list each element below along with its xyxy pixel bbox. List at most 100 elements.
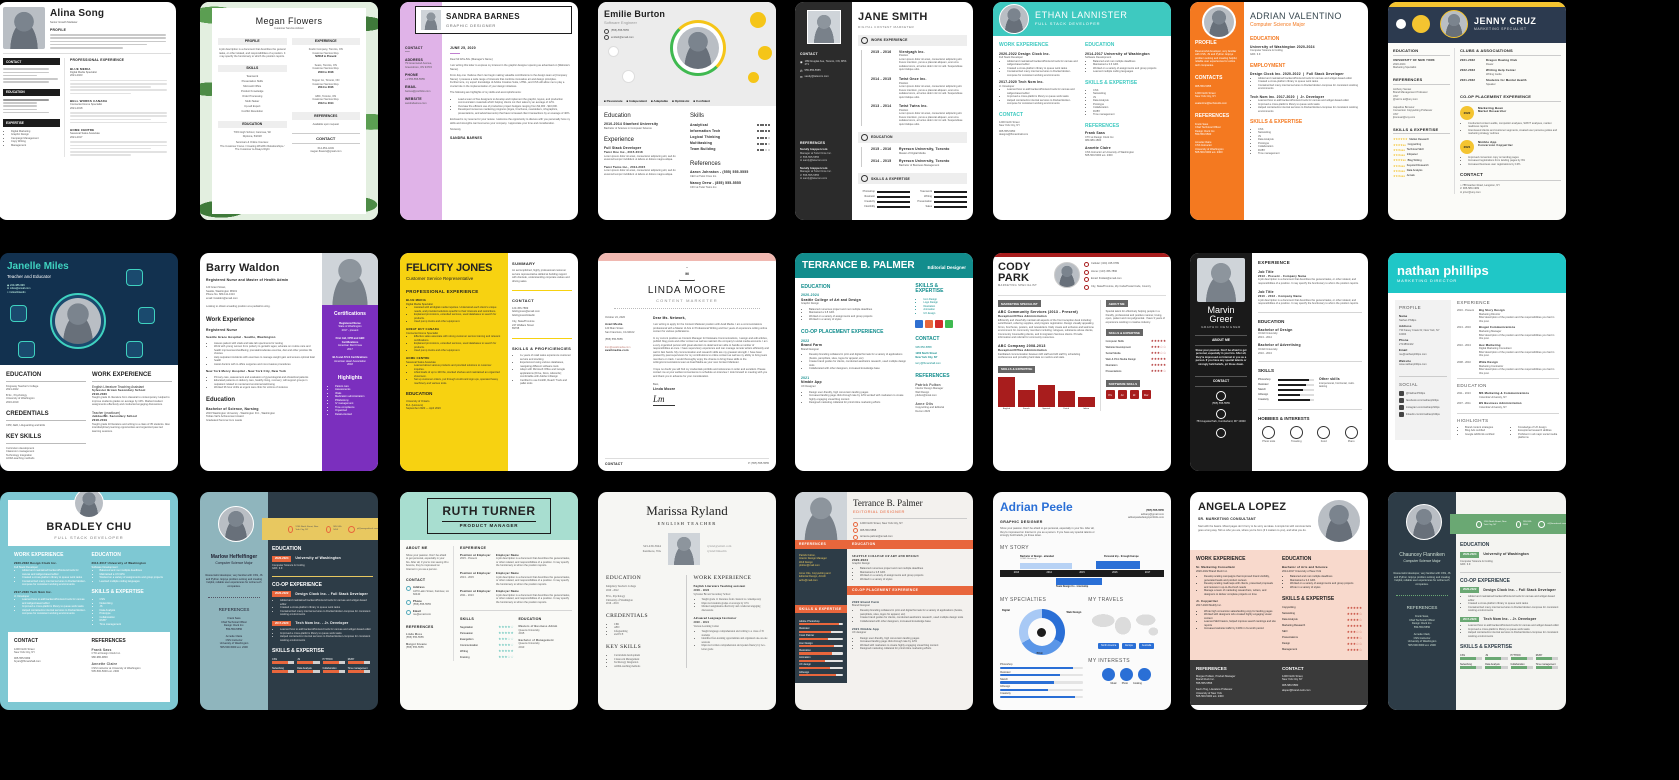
list-item: Detail-oriented [335, 413, 373, 417]
template-card-adrian-valentino[interactable]: PROFILE Resourceful developer, very fami… [1190, 2, 1368, 220]
list-item: and ECE [614, 633, 681, 637]
skill-name: SEO [1282, 630, 1288, 634]
template-card-jane-smith[interactable]: CONTACT ◉ 189 Douglas Ave, Toronto, ON, M… [795, 2, 973, 220]
profile-address: 730 Kasey Creek Dr, New York, NY 10004 [1399, 329, 1440, 336]
experience-dates: 2021-2023 [70, 74, 83, 78]
skill-row: ★★★●●● Data Analysis [1393, 169, 1450, 173]
list-item: Learned multiple coding languages [100, 580, 165, 584]
section-education: EDUCATION [1250, 35, 1280, 42]
template-card-chauncey-flanniken[interactable]: 1200 North Street, New York City, NY 555… [1388, 492, 1566, 710]
adobe-icon[interactable] [935, 320, 944, 328]
section-education: Education [604, 113, 631, 119]
template-card-cody-park[interactable]: CODY PARK MARKETING SPECIALIST Cellular:… [993, 253, 1171, 471]
skill-name: Illustrator [1258, 383, 1269, 387]
skill-chip: JS [1485, 654, 1508, 660]
section-references: REFERENCES [1196, 665, 1227, 671]
skill-chip: Time management [1535, 663, 1558, 669]
list-item: Developed numerous marketing programs (l… [458, 108, 571, 115]
facebook-icon[interactable] [1399, 397, 1404, 403]
resume-name: Marissa Ryland [646, 503, 728, 518]
section-skills: SKILLS & EXPERTISE [871, 176, 911, 181]
list-item: Interviewed clients and customer segment… [1468, 129, 1561, 136]
template-card-janelle-miles[interactable]: Janelle Miles Teacher and Educator ◉ 243… [0, 253, 178, 471]
template-card-emilie-burton[interactable]: Emilie Burton Software Engineer (555)-55… [598, 2, 776, 220]
resume-job-title: MARKETING SPECIALIST [998, 284, 1038, 287]
skill-row: SEO ★★★☆☆ [1282, 630, 1362, 635]
template-card-ethan-lannister[interactable]: ETHAN LANNISTER FULL STACK DEVELOPER WOR… [993, 2, 1171, 220]
template-card-marlow-heffelfinger[interactable]: 1200 North Street, New York City, NY 905… [200, 492, 378, 710]
skill-row: Communication ★★★★☆ [460, 643, 514, 648]
template-card-ruth-turner[interactable]: RUTH TURNER PRODUCT MANAGER ABOUT ME Sho… [400, 492, 578, 710]
template-card-marvin-greer[interactable]: Marvin Greer GRAPHIC DESIGNER ABOUT ME S… [1190, 253, 1368, 471]
letter-signoff: Sincerely, [450, 128, 462, 132]
phone-icon [853, 528, 858, 534]
list-item: Adept with Microsoft Office and Google a… [520, 368, 572, 379]
template-card-jenny-cruz[interactable]: JENNY CRUZ MARKETING SPECIALIST EDUCATIO… [1388, 2, 1566, 220]
skill-bar: Illustrator [1000, 671, 1084, 677]
list-item: Help outpatient incidents with exercises… [214, 356, 316, 363]
section-about-me: ABOUT ME [1105, 300, 1128, 308]
reference-title: CFO at Twist Twins Inc. [690, 185, 718, 189]
dribbble-icon[interactable] [925, 320, 934, 328]
node-icon [126, 341, 143, 358]
template-card-megan-flowers[interactable]: Megan Flowers Customer Service Advisor P… [200, 2, 378, 220]
skill-name: Data Analysis [1406, 169, 1423, 173]
resume-name: BRADLEY CHU [46, 521, 132, 533]
skill-name: Data Analysis [1282, 618, 1298, 622]
skill-chip: CSS [1460, 654, 1483, 660]
template-card-sandra-barnes[interactable]: SANDRA BARNES GRAPHIC DESIGNER CONTACT w… [400, 2, 578, 220]
location-icon [288, 525, 294, 533]
list-item: Used pump trucks and other equipment. [414, 320, 502, 324]
section-work-experience: WORK EXPERIENCE [14, 552, 64, 559]
template-card-alina-song[interactable]: Alina Song Senior Growth Marketer PROFIL… [0, 2, 176, 220]
template-card-felicity-jones[interactable]: FELICITY JONES Customer Service Represen… [400, 253, 578, 471]
resume-job-title: SR. MARKETING CONSULTANT [1198, 516, 1257, 521]
experience-dates: 2016 to 2018 [318, 70, 334, 74]
rating-stars: ★★★☆☆ [1346, 641, 1362, 646]
experience-desc: Lorem ipsum dolor sit amet, consectetur … [604, 154, 676, 162]
template-card-terrance-palmer-teal[interactable]: TERRANCE B. PALMER Editorial Designer ED… [795, 253, 973, 471]
skill-row: Social Media ★★★☆☆ [1106, 351, 1166, 356]
skill-row: Computer Skills ★★★★★ [1106, 339, 1166, 344]
template-card-nathan-phillips[interactable]: nathan phillips MARKETING DIRECTOR PROFI… [1388, 253, 1566, 471]
skill-name: Photoshop [1258, 378, 1271, 382]
experience-company: New York Mercy Hospital - New York City,… [206, 369, 287, 374]
resume-job-title: EDITORIAL DESIGNER [853, 509, 905, 515]
linkedin-icon[interactable] [1399, 411, 1404, 417]
template-card-barry-waldon[interactable]: Certifications Registered Nurse State of … [200, 253, 378, 471]
education-school: University of Washington [1483, 552, 1529, 557]
list-item: Manage a team of marketing researchers, … [1204, 589, 1276, 596]
template-card-marissa-ryland[interactable]: Marissa Ryland ENGLISH TEACHER 343-439-3… [598, 492, 776, 710]
list-item: Designed marketing collateral for print/… [809, 401, 909, 405]
resume-template-gallery: Alina Song Senior Growth Marketer PROFIL… [0, 0, 1679, 780]
education-degree: Bachelor of Science in Computer Science [604, 126, 652, 130]
template-card-bradley-chu[interactable]: BRADLEY CHU FULL STACK DEVELOPER WORK EX… [0, 492, 178, 710]
section-social: SOCIAL [1399, 375, 1447, 388]
instagram-icon[interactable] [1399, 404, 1404, 410]
behance-icon[interactable] [915, 320, 924, 328]
contact-line: sandy@telecom.com [804, 74, 829, 78]
rating-stars: ★★★★☆ [498, 625, 514, 630]
template-card-linda-moore[interactable]: M LINDA MOORE CONTENT MARKETER October 2… [598, 253, 776, 471]
social-icon[interactable] [945, 320, 954, 328]
template-card-angela-lopez[interactable]: ANGELA LOPEZ SR. MARKETING CONSULTANT St… [1190, 492, 1368, 710]
template-card-terrance-palmer-orange[interactable]: Terrance B. Palmer EDITORIAL DESIGNER 12… [795, 492, 973, 710]
template-card-adrian-peele[interactable]: Adrian Peele (555) 555-5555 adrianp@gmail… [993, 492, 1171, 710]
skill-bar: Corel Painter [799, 634, 843, 641]
list-item: Containerized many internal services to … [1258, 84, 1362, 91]
experience-dates: 2021-2017 [70, 135, 83, 139]
skill-name: Evangelism [460, 637, 474, 641]
section-education: EDUCATION [801, 283, 831, 290]
skill-row: Writing ★★★★★ [460, 649, 514, 654]
skill-name: Creativity [864, 199, 875, 203]
section-my-interests: MY INTERESTS [1088, 657, 1130, 664]
twitter-icon[interactable] [1399, 390, 1404, 396]
experience-desc: Taught grade 10 literature and writing t… [92, 422, 170, 433]
resume-name: Terrance B. Palmer [853, 498, 923, 508]
section-references: REFERENCES [91, 638, 126, 644]
trait-badge: ■ Optimistic [672, 98, 690, 103]
skill-row: Data Analysis ★★★★☆ [1282, 618, 1362, 623]
list-item: Helped containerize internal services to… [22, 609, 87, 616]
illustrator-icon: Ai [1117, 390, 1127, 400]
rating-stars: ★★★★☆ [1150, 369, 1166, 374]
